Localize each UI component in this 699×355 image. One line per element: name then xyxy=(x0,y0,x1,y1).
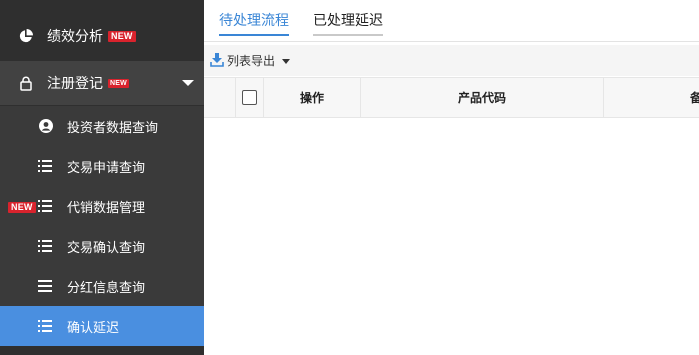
sidebar-item-label: 分红信息查询 xyxy=(67,281,146,296)
lock-icon xyxy=(18,75,34,91)
select-all-checkbox[interactable] xyxy=(242,90,257,105)
sidebar-item-dividend-info-query[interactable]: 分红信息查询 xyxy=(0,266,204,306)
table-header: 操作 产品代码 备 xyxy=(204,77,699,118)
sidebar-item-label: 代销数据管理 xyxy=(67,201,146,216)
sidebar-item-agency-data-management[interactable]: NEW 代销数据管理 xyxy=(0,186,204,226)
sidebar-group-label: 注册登记 xyxy=(47,76,103,92)
app-window: 绩效分析 NEW 注册登记 NEW 投资者数据查询 交易申请查询 NEW 代销数… xyxy=(0,0,699,355)
export-list-button[interactable]: 列表导出 xyxy=(210,51,291,69)
sidebar-item-performance-analysis[interactable]: 绩效分析 NEW xyxy=(0,14,204,58)
select-all-cell xyxy=(236,78,264,117)
table-header-remark: 备 xyxy=(690,91,699,105)
table-body xyxy=(204,118,699,355)
download-icon xyxy=(210,53,224,67)
main-content: 待处理流程 已处理延迟 列表导出 操作 产品代码 备 xyxy=(204,0,699,355)
sidebar: 绩效分析 NEW 注册登记 NEW 投资者数据查询 交易申请查询 NEW 代销数… xyxy=(0,0,204,355)
caret-down-icon xyxy=(282,58,291,64)
sidebar-footer xyxy=(0,346,204,355)
sidebar-group-registration[interactable]: 注册登记 NEW xyxy=(0,61,204,105)
tab-processed-delay[interactable]: 已处理延迟 xyxy=(313,10,383,36)
chevron-down-icon xyxy=(182,80,194,86)
sidebar-item-label: 绩效分析 xyxy=(47,29,103,45)
export-list-label: 列表导出 xyxy=(227,53,276,68)
sidebar-item-label: 交易申请查询 xyxy=(67,161,146,176)
user-circle-icon xyxy=(38,118,54,134)
sidebar-item-confirmation-delay[interactable]: 确认延迟 xyxy=(0,306,204,346)
table-header-product-code: 产品代码 xyxy=(361,78,604,117)
menu-icon xyxy=(38,280,52,292)
sidebar-item-label: 确认延迟 xyxy=(67,321,120,336)
list-icon xyxy=(38,200,52,212)
sidebar-item-transaction-application-query[interactable]: 交易申请查询 xyxy=(0,146,204,186)
toolbar: 列表导出 xyxy=(204,45,699,76)
sidebar-item-label: 交易确认查询 xyxy=(67,241,146,256)
list-icon xyxy=(38,320,52,332)
pie-chart-icon xyxy=(18,28,34,44)
tab-bar: 待处理流程 已处理延迟 xyxy=(204,0,699,42)
table-header-cell xyxy=(204,78,236,117)
tab-pending-process[interactable]: 待处理流程 xyxy=(219,10,289,36)
sidebar-item-transaction-confirmation-query[interactable]: 交易确认查询 xyxy=(0,226,204,266)
table-header-operation: 操作 xyxy=(264,78,361,117)
sidebar-item-label: 投资者数据查询 xyxy=(67,121,159,136)
sidebar-item-investor-data-query[interactable]: 投资者数据查询 xyxy=(0,106,204,146)
new-badge: NEW xyxy=(8,202,36,213)
list-icon xyxy=(38,160,52,172)
list-icon xyxy=(38,240,52,252)
new-badge: NEW xyxy=(108,31,136,42)
new-badge: NEW xyxy=(108,79,129,88)
